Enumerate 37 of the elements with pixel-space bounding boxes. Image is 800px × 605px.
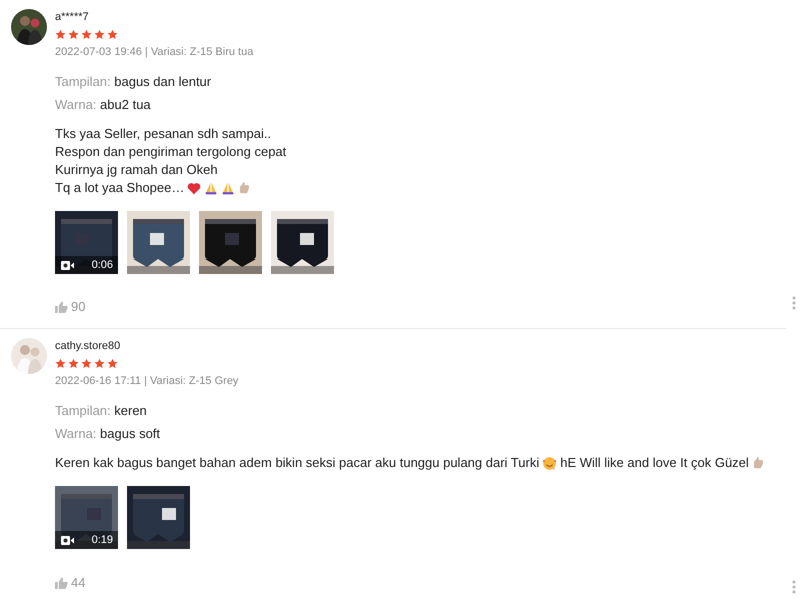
star-icon <box>94 358 105 369</box>
star-icon <box>55 29 66 40</box>
video-duration: 0:19 <box>92 534 113 546</box>
thumbs-up-icon <box>238 181 250 195</box>
review-date-variant: 2022-06-16 17:11 | Variasi: Z-15 Grey <box>55 375 238 388</box>
review-attribute: Tampilan: keren <box>55 403 147 419</box>
review-attribute: Tampilan: bagus dan lentur <box>55 74 212 90</box>
comment-text: hE Will like and love It çok Güzel <box>560 454 749 472</box>
star-icon <box>55 358 66 369</box>
comment-text: Tq a lot yaa Shopee… <box>55 179 184 197</box>
star-icon <box>107 29 118 40</box>
review-date-variant: 2022-07-03 19:46 | Variasi: Z-15 Biru tua <box>55 46 254 59</box>
comment-text: Tks yaa Seller, pesanan sdh sampai.. <box>55 125 272 143</box>
thumbs-up-icon <box>752 456 764 470</box>
like-count: 90 <box>71 299 86 314</box>
like-count: 44 <box>71 575 86 590</box>
smiling-face-icon <box>542 456 558 470</box>
comment-text: Keren kak bagus banget bahan adem bikin seksi pacar aku tunggu pulang dari Turki <box>55 454 540 472</box>
username: a*****7 <box>55 11 89 24</box>
thumbs-up-icon[interactable] <box>55 300 68 312</box>
comment-text: Kurirnya jg ramah dan Okeh <box>55 161 218 179</box>
user-avatar[interactable] <box>11 9 47 45</box>
heart-icon <box>187 182 202 194</box>
review-attribute: Warna: abu2 tua <box>55 97 151 113</box>
video-camera-icon <box>61 260 74 270</box>
star-icon <box>68 358 79 369</box>
star-icon <box>68 29 79 40</box>
video-duration: 0:06 <box>92 259 113 271</box>
star-icon <box>94 29 105 40</box>
username: cathy.store80 <box>55 340 120 353</box>
review-attribute: Warna: bagus soft <box>55 426 160 442</box>
star-icon <box>81 29 92 40</box>
video-camera-icon <box>61 536 74 544</box>
thumbs-up-icon[interactable] <box>55 576 68 588</box>
comment-text: Respon dan pengiriman tergolong cepat <box>55 143 286 161</box>
star-icon <box>107 358 118 369</box>
star-icon <box>81 358 92 369</box>
